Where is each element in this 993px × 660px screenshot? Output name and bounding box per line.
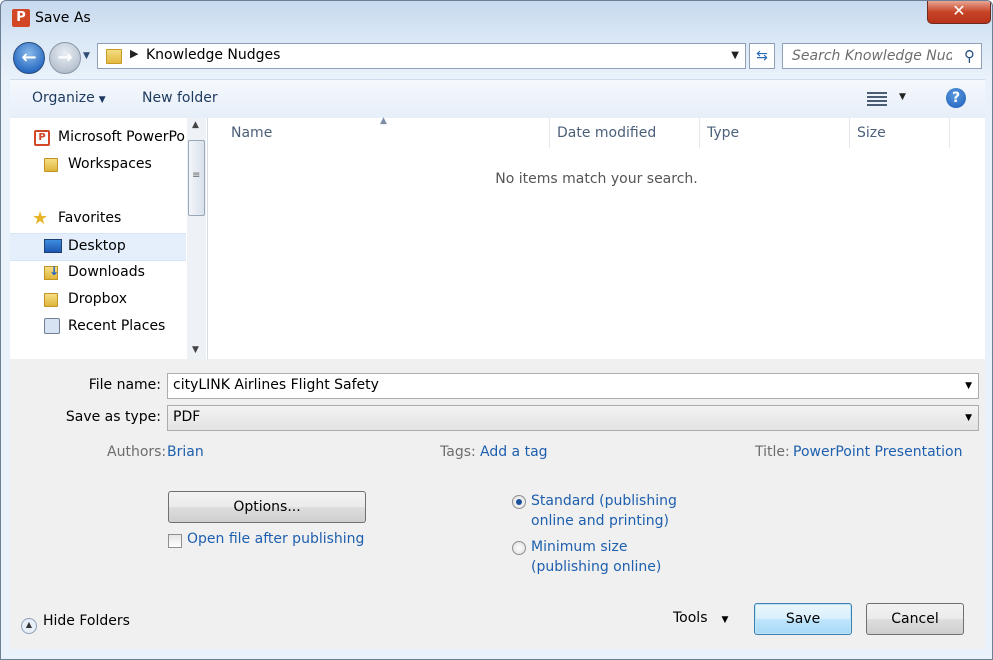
authors-value[interactable]: Brian — [167, 444, 204, 460]
nav-item-label: Recent Places — [68, 318, 166, 334]
save-options-panel: File name: cityLINK Airlines Flight Safe… — [10, 359, 985, 649]
recent-locations-dropdown[interactable]: ▼ — [83, 51, 90, 61]
cancel-button[interactable]: Cancel — [866, 603, 964, 635]
change-view-icon[interactable] — [867, 90, 887, 106]
nav-item-favorites[interactable]: ★ Favorites — [10, 206, 186, 232]
back-arrow-icon: ← — [21, 47, 37, 68]
chevron-up-icon: ▲ — [21, 618, 37, 634]
downloads-folder-icon — [44, 264, 59, 280]
radio-label-line: Minimum size — [531, 539, 628, 555]
nav-item-workspaces[interactable]: Workspaces — [10, 152, 186, 178]
organize-menu[interactable]: Organize ▼ — [32, 90, 106, 106]
sort-ascending-icon: ▲ — [380, 116, 387, 126]
file-list: Name ▲ Date modified Type Size No items … — [208, 116, 985, 359]
minimum-size-radio[interactable] — [512, 541, 526, 555]
column-header-size[interactable]: Size — [850, 118, 950, 148]
open-after-publishing-label[interactable]: Open file after publishing — [187, 531, 364, 547]
nav-item-recent-places[interactable]: Recent Places — [10, 314, 186, 340]
recent-places-icon — [44, 318, 60, 334]
open-after-publishing-checkbox[interactable] — [168, 534, 182, 548]
column-header-date-modified[interactable]: Date modified — [550, 118, 700, 148]
hide-folders-label: Hide Folders — [43, 613, 130, 629]
nav-item-label: Favorites — [58, 210, 122, 226]
column-header-name[interactable]: Name ▲ — [208, 116, 550, 148]
tools-label: Tools — [673, 610, 708, 626]
radio-label-line: Standard (publishing — [531, 493, 677, 509]
breadcrumb-chevron-icon[interactable]: ▶ — [130, 47, 138, 60]
nav-item-downloads[interactable]: Downloads — [10, 260, 186, 286]
save-as-dialog: P Save As ✕ ← → ▼ ▶ Knowledge Nudges ▼ ⇆… — [0, 0, 993, 660]
tags-value[interactable]: Add a tag — [480, 444, 548, 460]
forward-arrow-icon: → — [57, 47, 73, 68]
nav-item-label: Downloads — [68, 264, 145, 280]
standard-radio-label[interactable]: Standard (publishing online and printing… — [531, 491, 691, 531]
organize-label: Organize — [32, 90, 95, 106]
title-bar: P Save As ✕ — [1, 1, 992, 37]
column-header-label: Name — [231, 125, 273, 141]
desktop-icon — [44, 239, 62, 253]
nav-item-label: Dropbox — [68, 291, 127, 307]
save-as-type-value: PDF — [173, 409, 201, 425]
help-icon[interactable]: ? — [946, 88, 966, 108]
address-dropdown-icon[interactable]: ▼ — [731, 50, 739, 61]
powerpoint-app-icon: P — [12, 9, 30, 27]
column-header-type[interactable]: Type — [700, 118, 850, 148]
breadcrumb[interactable]: Knowledge Nudges — [146, 47, 280, 63]
folder-icon — [106, 49, 122, 64]
nav-item-dropbox[interactable]: Dropbox — [10, 287, 186, 313]
column-header-label: Date modified — [557, 125, 657, 141]
refresh-button[interactable]: ⇆ — [749, 43, 775, 69]
scroll-down-icon[interactable]: ▼ — [192, 345, 199, 355]
save-as-type-label: Save as type: — [65, 409, 161, 425]
address-bar[interactable]: ▶ Knowledge Nudges ▼ — [97, 43, 746, 69]
column-header-label: Type — [707, 125, 740, 141]
search-input[interactable]: Search Knowledge Nudges — [792, 48, 952, 64]
forward-button[interactable]: → — [49, 42, 81, 74]
column-header-label: Size — [857, 125, 886, 141]
options-button[interactable]: Options... — [168, 491, 366, 523]
nav-item-microsoft-powerpoint[interactable]: P Microsoft PowerPo — [10, 125, 186, 151]
authors-label: Authors: — [107, 444, 167, 460]
chevron-down-icon: ▼ — [721, 615, 729, 625]
navigation-pane: P Microsoft PowerPo Workspaces ★ Favorit… — [10, 118, 208, 359]
nav-item-label: Desktop — [68, 238, 126, 254]
refresh-icon: ⇆ — [756, 48, 768, 64]
radio-label-line: (publishing online) — [531, 559, 662, 575]
tools-menu[interactable]: Tools ▼ — [673, 610, 728, 626]
radio-label-line: online and printing) — [531, 513, 669, 529]
powerpoint-icon: P — [34, 130, 50, 146]
view-options-dropdown[interactable]: ▼ — [899, 92, 906, 102]
file-name-label: File name: — [88, 377, 161, 393]
nav-item-desktop[interactable]: Desktop — [10, 233, 186, 261]
star-icon: ★ — [32, 208, 49, 229]
save-as-type-select[interactable]: PDF ▼ — [167, 405, 979, 431]
chevron-down-icon[interactable]: ▼ — [965, 381, 972, 391]
scroll-up-icon[interactable]: ▲ — [192, 120, 199, 130]
folder-icon — [44, 158, 58, 172]
empty-list-message: No items match your search. — [495, 171, 698, 187]
chevron-down-icon[interactable]: ▼ — [965, 413, 972, 423]
title-value[interactable]: PowerPoint Presentation — [793, 444, 962, 460]
hide-folders-button[interactable]: ▲ Hide Folders — [21, 613, 130, 634]
nav-item-label: Workspaces — [68, 156, 152, 172]
title-label: Title: — [755, 444, 790, 460]
search-box[interactable]: Search Knowledge Nudges ⚲ — [782, 43, 982, 69]
nav-scrollbar[interactable]: ▲ ≡ ▼ — [187, 118, 206, 359]
folder-icon — [44, 293, 58, 307]
grip-icon: ≡ — [192, 170, 201, 181]
window-title: Save As — [35, 10, 91, 26]
new-folder-button[interactable]: New folder — [142, 90, 218, 106]
chevron-down-icon: ▼ — [98, 95, 106, 105]
back-button[interactable]: ← — [13, 42, 45, 74]
close-button[interactable]: ✕ — [927, 1, 991, 24]
standard-radio[interactable] — [512, 495, 526, 509]
minimum-size-radio-label[interactable]: Minimum size (publishing online) — [531, 537, 691, 577]
nav-item-label: Microsoft PowerPo — [58, 129, 185, 145]
search-icon[interactable]: ⚲ — [964, 47, 975, 65]
file-name-field[interactable]: cityLINK Airlines Flight Safety ▼ — [167, 373, 979, 399]
command-bar: Organize ▼ New folder ▼ ? — [10, 79, 985, 119]
file-name-value: cityLINK Airlines Flight Safety — [173, 377, 379, 393]
save-button[interactable]: Save — [754, 603, 852, 635]
tags-label: Tags: — [440, 444, 476, 460]
